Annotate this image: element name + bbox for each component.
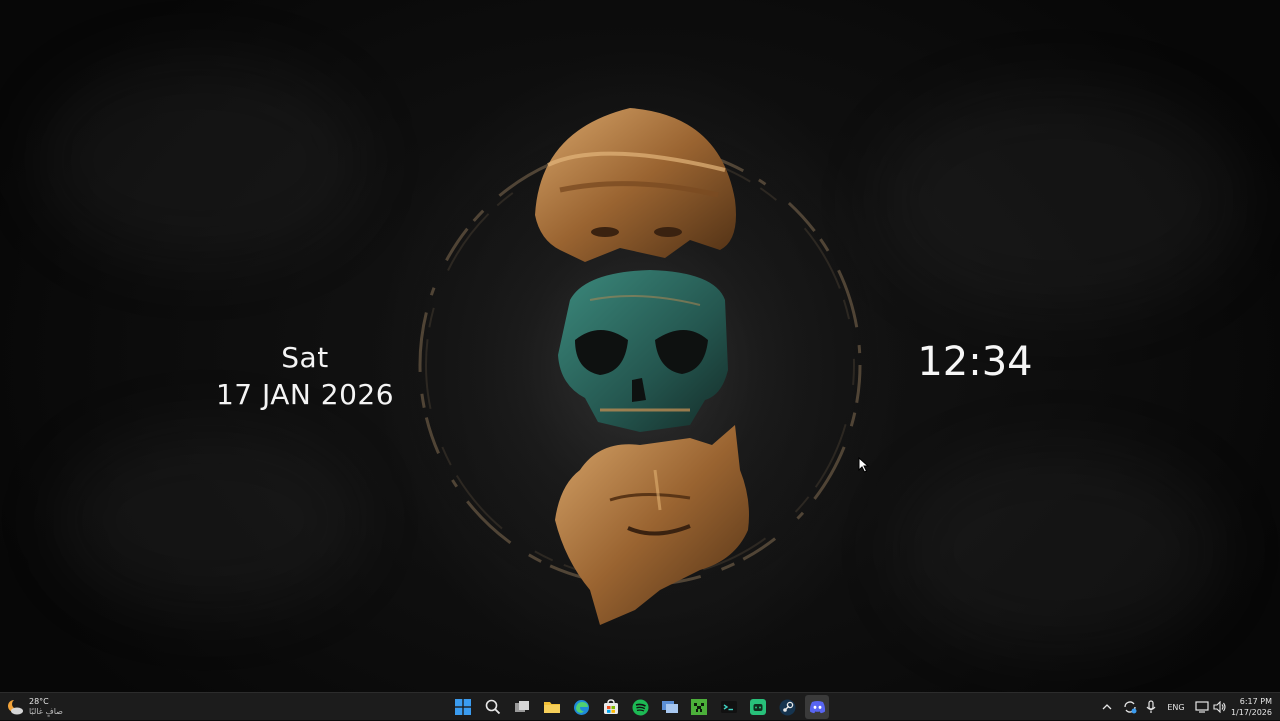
- discord-button[interactable]: [805, 695, 829, 719]
- chevron-up-icon: [1102, 704, 1112, 710]
- windows-logo-icon: [455, 699, 471, 715]
- tray-time: 6:17 PM: [1239, 697, 1272, 706]
- microphone-icon: [1146, 700, 1156, 713]
- edge-icon: [573, 699, 589, 715]
- bronze-head-top: [535, 108, 736, 262]
- volume-icon: [1213, 701, 1226, 713]
- weekday-label: Sat: [281, 341, 329, 374]
- network-icon: [1195, 701, 1209, 713]
- patina-skull: [558, 270, 728, 432]
- terminal-app-button[interactable]: [717, 695, 741, 719]
- store-icon: [603, 699, 618, 714]
- show-hidden-icons-button[interactable]: [1100, 699, 1114, 715]
- android-app-button[interactable]: [746, 695, 770, 719]
- edge-button[interactable]: [569, 695, 593, 719]
- steam-icon: [779, 699, 796, 715]
- spotify-icon: [632, 699, 648, 715]
- language-label: ENG: [1167, 702, 1185, 712]
- discord-icon: [809, 701, 825, 714]
- app-window-icon: [661, 701, 678, 713]
- sync-tray-button[interactable]: [1122, 699, 1138, 715]
- terminal-icon: [720, 701, 737, 713]
- desktop-wallpaper: Sat 17 JAN 2026 12:34: [0, 0, 1280, 692]
- task-view-button[interactable]: [510, 695, 534, 719]
- language-indicator[interactable]: ENG: [1162, 699, 1190, 715]
- tray-date: 1/17/2026: [1230, 708, 1272, 717]
- taskbar-clock[interactable]: 6:17 PM 1/17/2026: [1226, 696, 1272, 718]
- microphone-tray-button[interactable]: [1144, 699, 1158, 715]
- minecraft-button[interactable]: [687, 695, 711, 719]
- system-tray: ENG 6:17 PM 1/17/2026: [1080, 693, 1280, 721]
- taskbar: 28°C صافٍ غالبًا ENG 6:17 PM 1/17/2026: [0, 692, 1280, 720]
- minecraft-icon: [691, 699, 707, 715]
- android-icon: [750, 699, 766, 715]
- file-explorer-button[interactable]: [540, 695, 564, 719]
- start-button[interactable]: [451, 695, 475, 719]
- moon-cloud-icon: [8, 699, 23, 715]
- weather-temperature: 28°C: [29, 697, 49, 706]
- weather-widget[interactable]: 28°C صافٍ غالبًا: [6, 695, 63, 719]
- clock-widget: 12:34: [917, 339, 1033, 385]
- steam-button[interactable]: [776, 695, 800, 719]
- weather-condition: صافٍ غالبًا: [29, 707, 63, 716]
- sync-icon: [1124, 701, 1137, 714]
- spotify-button[interactable]: [628, 695, 652, 719]
- mouse-cursor-icon: [858, 457, 870, 473]
- task-view-icon: [515, 701, 529, 712]
- search-button[interactable]: [481, 695, 505, 719]
- windows-app-button[interactable]: [658, 695, 682, 719]
- folder-icon: [543, 702, 560, 713]
- date-widget: Sat 17 JAN 2026: [150, 340, 460, 414]
- search-icon: [485, 699, 500, 715]
- store-button[interactable]: [599, 695, 623, 719]
- bronze-face-bottom: [555, 425, 749, 625]
- date-label: 17 JAN 2026: [215, 378, 395, 411]
- network-tray-button[interactable]: [1194, 699, 1210, 715]
- taskbar-apps: [451, 695, 835, 719]
